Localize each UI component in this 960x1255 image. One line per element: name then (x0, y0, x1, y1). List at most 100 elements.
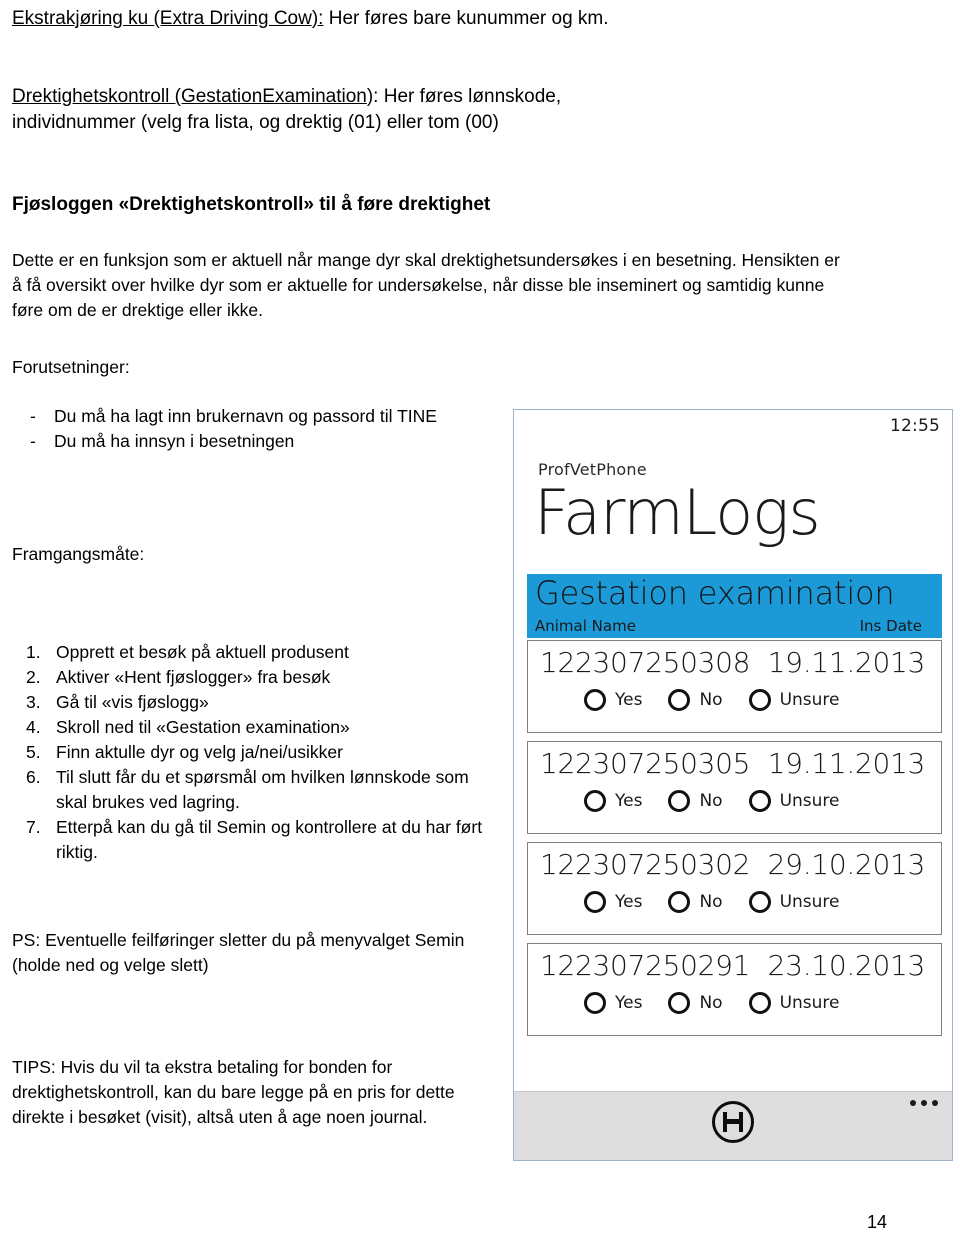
radio-circle-icon[interactable] (748, 790, 771, 812)
radio-circle-icon[interactable] (668, 689, 691, 711)
list-number: 7. (26, 817, 41, 837)
procedure-label: Framgangsmåte: (12, 544, 145, 564)
list-item: 2. Aktiver «Hent fjøslogger» fra besøk (20, 665, 500, 690)
radio-circle-icon[interactable] (668, 790, 691, 812)
list-item: - Du må ha lagt inn brukernavn og passor… (12, 404, 482, 429)
intro-2-line2: individnummer (velg fra lista, og drekti… (12, 112, 499, 133)
radio-circle-icon[interactable] (584, 992, 606, 1014)
radio-option-unsure[interactable]: Unsure (748, 689, 840, 711)
option-label: Unsure (779, 791, 840, 811)
dash-marker: - (30, 406, 36, 426)
prerequisites-label: Forutsetninger: (12, 357, 130, 377)
column-header-animal-name: Animal Name (535, 617, 636, 635)
radio-circle-icon[interactable] (668, 891, 691, 913)
tips-note: TIPS: Hvis du vil ta ekstra betaling for… (12, 1057, 455, 1127)
radio-option-no[interactable]: No (668, 790, 723, 812)
procedure-text: Opprett et besøk på aktuell produsent (56, 642, 349, 662)
radio-option-yes[interactable]: Yes (584, 790, 642, 812)
option-label: No (699, 993, 723, 1013)
table-row[interactable]: 122307250308 19.11.2013 Yes No Unsure (527, 640, 942, 733)
document-page: Ekstrakjøring ku (Extra Driving Cow): He… (0, 0, 960, 1255)
list-item: - Du må ha innsyn i besetningen (12, 429, 482, 454)
option-label: Unsure (779, 690, 840, 710)
radio-option-yes[interactable]: Yes (584, 689, 642, 711)
column-header-ins-date: Ins Date (859, 617, 922, 635)
intro-1-rest: Her føres bare kunummer og km. (323, 8, 609, 29)
body-paragraph: Dette er en funksjon som er aktuell når … (12, 250, 840, 320)
phone-screenshot-mockup: 12:55 ProfVetPhone FarmLogs Gestation ex… (513, 409, 953, 1161)
list-number: 4. (26, 717, 41, 737)
list-item: 6. Til slutt får du et spørsmål om hvilk… (20, 765, 500, 815)
table-row[interactable]: 122307250305 19.11.2013 Yes No Unsure (527, 741, 942, 834)
option-label: No (699, 690, 723, 710)
option-label: No (699, 892, 723, 912)
radio-option-no[interactable]: No (668, 992, 723, 1014)
insemination-date: 19.11.2013 (767, 646, 926, 679)
animal-number: 122307250302 (540, 848, 751, 881)
ellipsis-icon[interactable] (910, 1100, 938, 1106)
row-header: 122307250302 29.10.2013 (528, 843, 941, 885)
ellipsis-dot (910, 1100, 916, 1106)
radio-option-yes[interactable]: Yes (584, 992, 642, 1014)
answer-options: Yes No Unsure (584, 891, 866, 913)
radio-circle-icon[interactable] (584, 689, 606, 711)
app-title: FarmLogs (534, 476, 821, 549)
procedure-text: Til slutt får du et spørsmål om hvilken … (56, 767, 469, 812)
intro-paragraph-2: Drektighetskontroll (GestationExaminatio… (12, 84, 942, 136)
radio-option-unsure[interactable]: Unsure (748, 992, 840, 1014)
radio-circle-icon[interactable] (748, 689, 771, 711)
table-row[interactable]: 122307250291 23.10.2013 Yes No Unsure (527, 943, 942, 1036)
radio-option-unsure[interactable]: Unsure (748, 891, 840, 913)
radio-circle-icon[interactable] (584, 790, 606, 812)
list-number: 1. (26, 642, 41, 662)
procedure-text: Gå til «vis fjøslogg» (56, 692, 209, 712)
intro-2-underlined: Drektighetskontroll (GestationExaminatio… (12, 86, 367, 107)
option-label: No (699, 791, 723, 811)
procedure-text: Etterpå kan du gå til Semin og kontrolle… (56, 817, 483, 862)
answer-options: Yes No Unsure (584, 689, 866, 711)
animal-rows-list: 122307250308 19.11.2013 Yes No Unsure 12… (527, 640, 942, 1044)
radio-option-yes[interactable]: Yes (584, 891, 642, 913)
list-number: 5. (26, 742, 41, 762)
list-item: 5. Finn aktulle dyr og velg ja/nei/usikk… (20, 740, 500, 765)
option-label: Yes (615, 993, 643, 1013)
list-item: 4. Skroll ned til «Gestation examination… (20, 715, 500, 740)
prerequisite-text: Du må ha innsyn i besetningen (54, 431, 295, 451)
save-button[interactable] (712, 1101, 754, 1143)
row-header: 122307250291 23.10.2013 (528, 944, 941, 986)
radio-option-unsure[interactable]: Unsure (748, 790, 840, 812)
floppy-disk-icon (723, 1112, 743, 1132)
radio-option-no[interactable]: No (668, 689, 723, 711)
option-label: Yes (615, 791, 643, 811)
radio-option-no[interactable]: No (668, 891, 723, 913)
animal-number: 122307250308 (540, 646, 751, 679)
prerequisite-text: Du må ha lagt inn brukernavn og passord … (54, 406, 437, 426)
intro-2-rest: ): Her føres lønnskode, (366, 86, 562, 107)
insemination-date: 29.10.2013 (767, 848, 926, 881)
list-number: 3. (26, 692, 41, 712)
radio-circle-icon[interactable] (584, 891, 606, 913)
ps-note: PS: Eventuelle feilføringer sletter du p… (12, 930, 465, 975)
radio-circle-icon[interactable] (748, 992, 771, 1014)
animal-number: 122307250305 (540, 747, 751, 780)
animal-number: 122307250291 (540, 949, 751, 982)
radio-circle-icon[interactable] (668, 992, 691, 1014)
option-label: Yes (615, 690, 643, 710)
list-item: 3. Gå til «vis fjøslogg» (20, 690, 500, 715)
option-label: Unsure (779, 892, 840, 912)
option-label: Unsure (779, 993, 840, 1013)
list-number: 2. (26, 667, 41, 687)
table-row[interactable]: 122307250302 29.10.2013 Yes No Unsure (527, 842, 942, 935)
radio-circle-icon[interactable] (748, 891, 771, 913)
insemination-date: 23.10.2013 (767, 949, 926, 982)
section-heading: Fjøsloggen «Drektighetskontroll» til å f… (12, 194, 491, 215)
ellipsis-dot (921, 1100, 927, 1106)
intro-paragraph-1: Ekstrakjøring ku (Extra Driving Cow): He… (12, 6, 942, 32)
status-bar-clock: 12:55 (890, 416, 940, 436)
bottom-app-bar (514, 1091, 952, 1160)
list-item: 1. Opprett et besøk på aktuell produsent (20, 640, 500, 665)
prerequisites-list: - Du må ha lagt inn brukernavn og passor… (12, 404, 482, 454)
procedure-text: Skroll ned til «Gestation examination» (56, 717, 350, 737)
gestation-examination-header: Gestation examination Animal Name Ins Da… (527, 574, 942, 638)
list-number: 6. (26, 767, 41, 787)
